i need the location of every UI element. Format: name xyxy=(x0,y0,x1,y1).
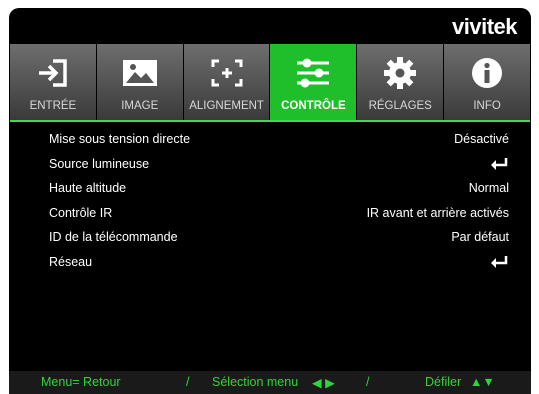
menu-item-label: Réseau xyxy=(49,254,93,269)
menu-item-label: Source lumineuse xyxy=(49,156,150,171)
control-menu-list: Mise sous tension directe Désactivé Sour… xyxy=(9,128,531,275)
enter-icon xyxy=(489,157,509,174)
left-right-arrows-icon: ◀ ▶ xyxy=(312,376,335,390)
tab-label: ALIGNEMENT xyxy=(189,100,264,112)
menu-item-value: Normal xyxy=(468,181,509,195)
image-icon xyxy=(120,56,160,90)
menu-item-network[interactable]: Réseau xyxy=(9,251,531,276)
tab-bar: ENTRÉE IMAGE ALIGNEMENT CONTRÔLE RÉGLAGE… xyxy=(10,44,530,122)
control-sliders-icon xyxy=(293,56,333,90)
up-down-arrows-icon: ▲▼ xyxy=(470,375,495,389)
alignment-icon xyxy=(207,56,247,90)
tab-info[interactable]: INFO xyxy=(444,44,530,120)
tab-label: CONTRÔLE xyxy=(281,100,346,112)
tab-divider xyxy=(10,120,530,122)
footer-hint-bar: Menu= Retour / Sélection menu ◀ ▶ / Défi… xyxy=(9,371,531,394)
menu-item-high-altitude[interactable]: Haute altitude Normal xyxy=(9,177,531,202)
menu-item-value: IR avant et arrière activés xyxy=(366,205,509,220)
footer-scroll-hint: Défiler xyxy=(425,375,462,389)
gear-icon xyxy=(380,56,420,90)
menu-item-label: ID de la télécommande xyxy=(49,230,178,244)
menu-item-remote-id[interactable]: ID de la télécommande Par défaut xyxy=(9,226,531,251)
tab-label: IMAGE xyxy=(121,100,159,112)
menu-item-value: Désactivé xyxy=(454,132,509,146)
tab-image[interactable]: IMAGE xyxy=(96,44,183,120)
info-icon xyxy=(467,56,507,90)
tab-reglages[interactable]: RÉGLAGES xyxy=(357,44,444,120)
menu-item-label: Contrôle IR xyxy=(49,205,113,220)
menu-item-direct-power-on[interactable]: Mise sous tension directe Désactivé xyxy=(9,128,531,153)
osd-menu: vivitek ENTRÉE IMAGE ALIGNEMENT CONTRÔLE… xyxy=(9,8,531,394)
footer-select-hint: Sélection menu xyxy=(212,375,299,389)
tab-entree[interactable]: ENTRÉE xyxy=(10,44,96,120)
tab-label: RÉGLAGES xyxy=(368,100,432,112)
menu-item-value: Par défaut xyxy=(451,230,509,244)
footer-separator: / xyxy=(186,375,190,389)
footer-separator: / xyxy=(366,375,370,389)
menu-item-ir-control[interactable]: Contrôle IR IR avant et arrière activés xyxy=(9,202,531,227)
menu-item-label: Mise sous tension directe xyxy=(49,132,191,146)
enter-icon xyxy=(489,255,509,272)
input-icon xyxy=(33,56,73,90)
footer-back-hint: Menu= Retour xyxy=(41,375,121,389)
menu-item-label: Haute altitude xyxy=(49,181,127,195)
tab-label: ENTRÉE xyxy=(29,100,77,112)
menu-item-light-source[interactable]: Source lumineuse xyxy=(9,153,531,178)
brand-logo: vivitek xyxy=(452,14,518,39)
tab-alignement[interactable]: ALIGNEMENT xyxy=(183,44,270,120)
tab-controle[interactable]: CONTRÔLE xyxy=(270,44,357,120)
tab-label: INFO xyxy=(473,100,501,112)
